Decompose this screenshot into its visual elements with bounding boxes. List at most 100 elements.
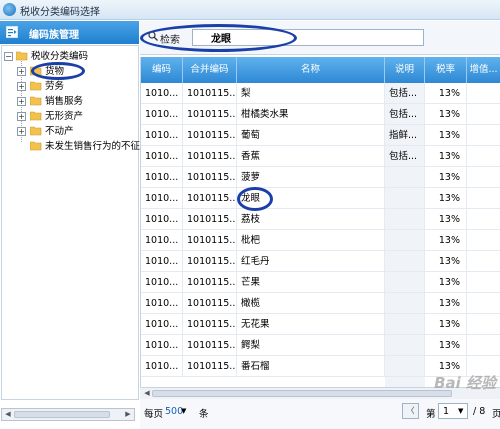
expand-icon[interactable]: + (17, 127, 26, 136)
cell-merge-code: 1010115... (183, 167, 237, 188)
table-row[interactable]: 1010... 1010115... 鳄梨 13% (141, 335, 500, 356)
cell-tax-rate: 13% (425, 188, 467, 209)
tree-item-intangible-assets[interactable]: + 无形资产 (2, 110, 138, 124)
table-row[interactable]: 1010... 1010115... 无花果 13% (141, 314, 500, 335)
cell-code: 1010... (141, 104, 183, 125)
tree-item-label: 不动产 (45, 126, 74, 137)
tree-item-label: 未发生销售行为的不征 (45, 141, 141, 152)
cell-vat (467, 125, 500, 146)
scroll-thumb[interactable] (14, 411, 110, 418)
cell-tax-rate: 13% (425, 125, 467, 146)
page-dropdown-icon[interactable]: ▼ (458, 407, 463, 415)
cell-tax-rate: 13% (425, 104, 467, 125)
cell-description (385, 335, 425, 356)
cell-code: 1010... (141, 293, 183, 314)
left-panel-header: 编码族管理 (0, 21, 139, 44)
cell-merge-code: 1010115... (183, 314, 237, 335)
collapse-icon[interactable]: − (4, 52, 13, 61)
cell-code: 1010... (141, 314, 183, 335)
cell-name: 荔枝 (237, 209, 385, 230)
folder-icon (30, 141, 42, 151)
cell-tax-rate: 13% (425, 230, 467, 251)
app-icon (3, 3, 16, 16)
cell-name: 香蕉 (237, 146, 385, 167)
scroll-left-icon[interactable]: ◀ (3, 410, 13, 419)
tree-horizontal-scrollbar[interactable]: ◀ ▶ (1, 408, 135, 421)
cell-name: 梨 (237, 83, 385, 104)
cell-description (385, 356, 425, 377)
cell-tax-rate: 13% (425, 314, 467, 335)
title-bar: 税收分类编码选择 (0, 0, 500, 20)
cell-description (385, 293, 425, 314)
per-page-dropdown-icon[interactable]: ▼ (181, 407, 186, 415)
table-row[interactable]: 1010... 1010115... 菠萝 13% (141, 167, 500, 188)
cell-vat (467, 146, 500, 167)
cell-tax-rate: 13% (425, 335, 467, 356)
cell-description (385, 209, 425, 230)
table-row[interactable]: 1010... 1010115... 香蕉 包括... 13% (141, 146, 500, 167)
tree-item-goods[interactable]: + 货物 (2, 65, 138, 79)
search-label: 检索 (160, 35, 180, 46)
cell-code: 1010... (141, 251, 183, 272)
cell-tax-rate: 13% (425, 209, 467, 230)
column-header-name[interactable]: 名称 (237, 57, 385, 83)
table-row[interactable]: 1010... 1010115... 枇杷 13% (141, 230, 500, 251)
page-suffix: 页 (492, 409, 500, 420)
cell-description: 包括... (385, 104, 425, 125)
table-row[interactable]: 1010... 1010115... 梨包括... 13% (141, 83, 500, 104)
tree-item-real-estate[interactable]: + 不动产 (2, 125, 138, 139)
table-row[interactable]: 1010... 1010115... 葡萄 指鲜... 13% (141, 125, 500, 146)
search-input[interactable] (192, 29, 424, 46)
per-page-label: 每页 (144, 409, 164, 420)
cell-code: 1010... (141, 209, 183, 230)
cell-tax-rate: 13% (425, 83, 467, 104)
scroll-right-icon[interactable]: ▶ (123, 410, 133, 419)
tree-item-non-sales[interactable]: 未发生销售行为的不征 (2, 140, 141, 154)
table-row[interactable]: 1010... 1010115... 橄榄 13% (141, 293, 500, 314)
cell-description: 指鲜... (385, 125, 425, 146)
table-row[interactable]: 1010... 1010115... 龙眼 13% (141, 188, 500, 209)
column-header-vat[interactable]: 增值... (467, 57, 500, 83)
page-number-input[interactable] (438, 403, 468, 419)
column-header-description[interactable]: 说明 (385, 57, 425, 83)
cell-merge-code: 1010115... (183, 209, 237, 230)
expand-icon[interactable]: + (17, 82, 26, 91)
prev-page-button[interactable]: 〈 (402, 403, 419, 419)
cell-merge-code: 1010115... (183, 146, 237, 167)
table-row[interactable]: 1010... 1010115... 红毛丹 13% (141, 251, 500, 272)
cell-tax-rate: 13% (425, 272, 467, 293)
list-edit-icon[interactable] (6, 26, 18, 38)
cell-code: 1010... (141, 83, 183, 104)
cell-merge-code: 1010115... (183, 83, 237, 104)
tree-root[interactable]: − 税收分类编码 (2, 50, 138, 64)
cell-vat (467, 104, 500, 125)
table-row[interactable]: 1010... 1010115... 芒果 13% (141, 272, 500, 293)
cell-tax-rate: 13% (425, 146, 467, 167)
table-header: 编码 合并编码 名称 说明 税率 增值... (141, 57, 500, 83)
cell-code: 1010... (141, 272, 183, 293)
cell-merge-code: 1010115... (183, 125, 237, 146)
folder-icon (30, 126, 42, 136)
cell-description: 包括... (385, 146, 425, 167)
expand-icon[interactable]: + (17, 112, 26, 121)
cell-vat (467, 293, 500, 314)
cell-tax-rate: 13% (425, 293, 467, 314)
folder-icon (30, 111, 42, 121)
table-row[interactable]: 1010... 1010115... 荔枝 13% (141, 209, 500, 230)
expand-icon[interactable]: + (17, 67, 26, 76)
cell-name: 葡萄 (237, 125, 385, 146)
per-page-unit: 条 (199, 409, 209, 420)
category-tree: − 税收分类编码 + 货物 + 劳务 + 销售服务 + 无形资产 + 不动产 未… (1, 45, 141, 400)
cell-name: 橄榄 (237, 293, 385, 314)
cell-code: 1010... (141, 125, 183, 146)
table-row[interactable]: 1010... 1010115... 柑橘类水果 包括... 13% (141, 104, 500, 125)
column-header-code[interactable]: 编码 (141, 57, 183, 83)
column-header-tax-rate[interactable]: 税率 (425, 57, 467, 83)
scroll-thumb[interactable] (152, 390, 452, 397)
cell-code: 1010... (141, 230, 183, 251)
tree-item-sales-services[interactable]: + 销售服务 (2, 95, 138, 109)
tree-item-labor[interactable]: + 劳务 (2, 80, 138, 94)
expand-icon[interactable]: + (17, 97, 26, 106)
scroll-left-icon[interactable]: ◀ (142, 389, 152, 398)
column-header-merge-code[interactable]: 合并编码 (183, 57, 237, 83)
